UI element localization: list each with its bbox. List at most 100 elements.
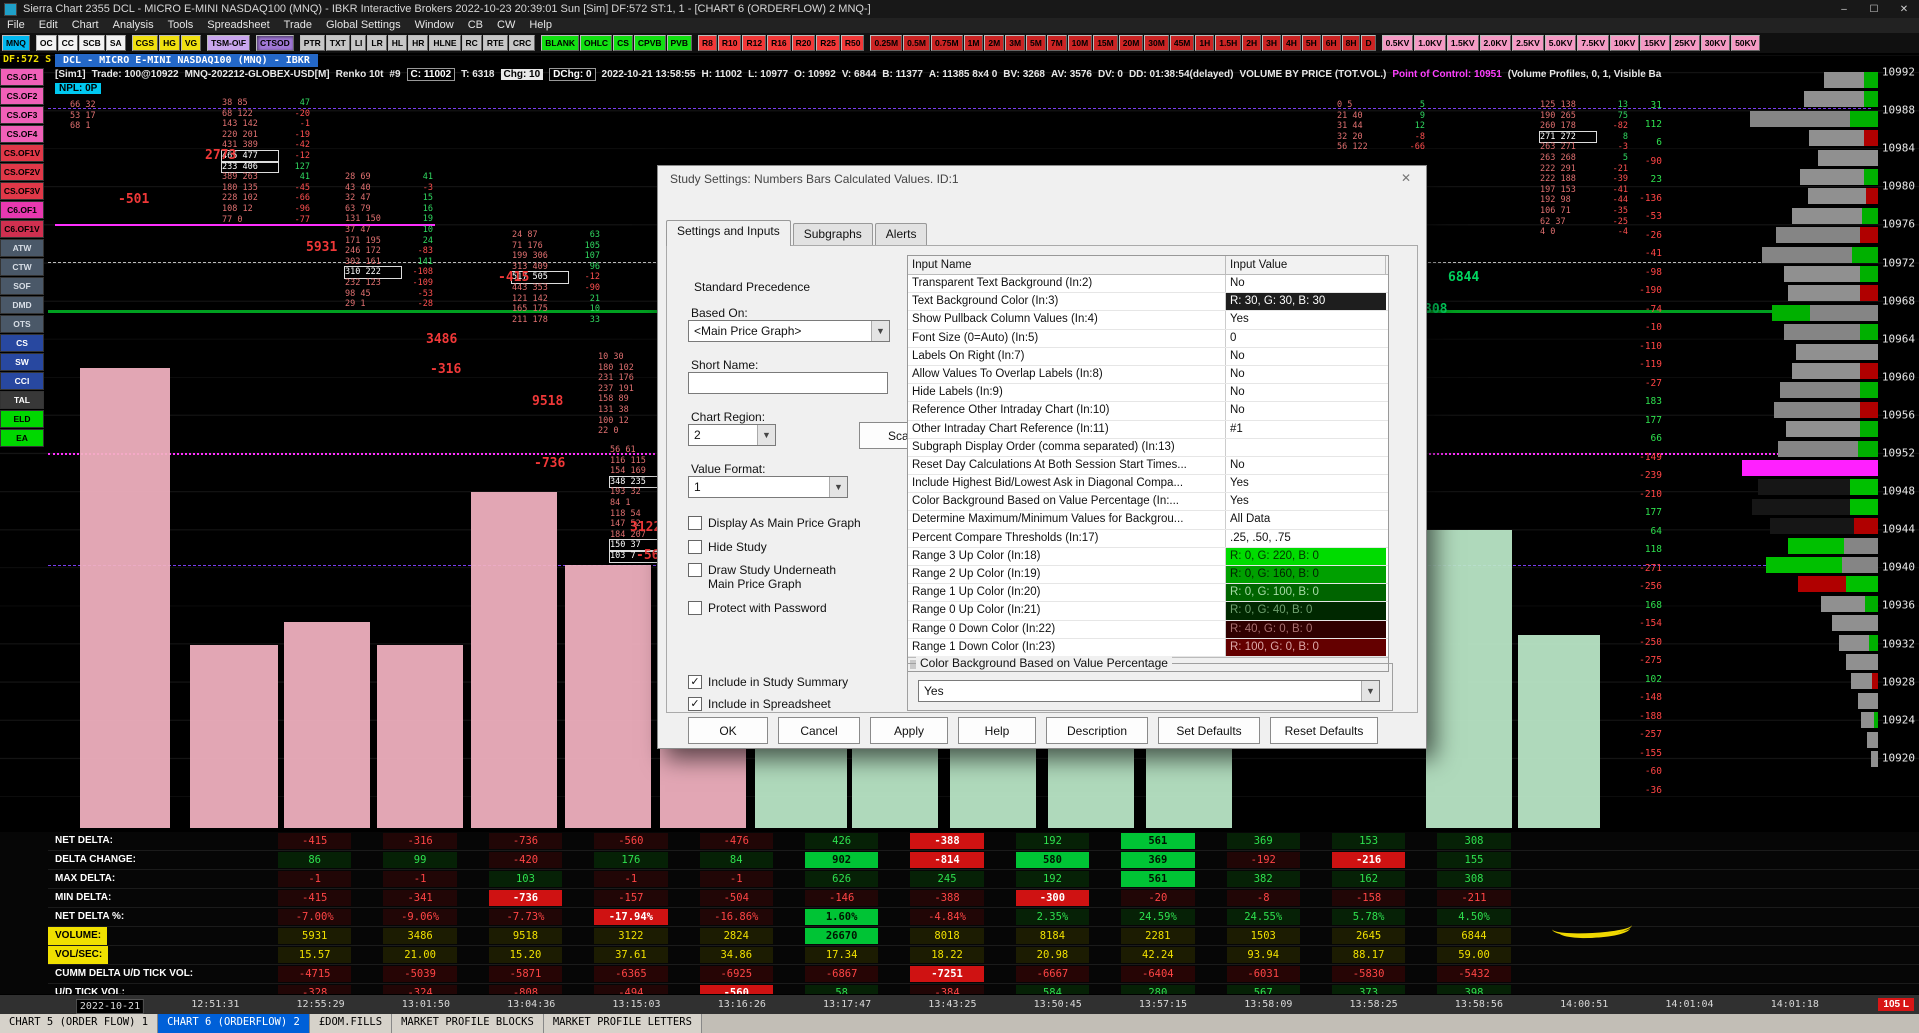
input-row[interactable]: Reference Other Intraday Chart (In:10) No — [908, 402, 1388, 421]
input-row[interactable]: Reset Day Calculations At Both Session S… — [908, 456, 1388, 476]
toolbar-button-6h[interactable]: 6H — [1321, 35, 1341, 51]
toolbar-button-lr[interactable]: LR — [367, 35, 387, 51]
sidebar-button-atw[interactable]: ATW — [0, 239, 44, 257]
sidebar-button-cs-of3v[interactable]: CS.OF3V — [0, 182, 44, 200]
toolbar-button-0-5m[interactable]: 0.5M — [903, 35, 930, 51]
checkbox-protect-with-password[interactable]: Protect with Password — [688, 601, 827, 615]
toolbar-button-8h[interactable]: 8H — [1341, 35, 1361, 51]
short-name-input[interactable] — [688, 372, 888, 394]
dialog-button-cancel[interactable]: Cancel — [778, 717, 860, 744]
chart-tab-dom-fills[interactable]: £DOM.FILLS — [309, 1014, 393, 1033]
value-format-select[interactable]: 1 ▼ — [688, 476, 848, 498]
toolbar-button-2h[interactable]: 2H — [1242, 35, 1262, 51]
toolbar-button-15kv[interactable]: 15KV — [1640, 35, 1670, 51]
input-row[interactable]: Percent Compare Thresholds (In:17) .25, .… — [908, 529, 1388, 548]
checkbox-draw-study-underneath-main-price-graph[interactable]: Draw Study Underneath Main Price Graph — [688, 563, 863, 591]
sidebar-button-sof[interactable]: SOF — [0, 277, 44, 295]
toolbar-button-oc[interactable]: OC — [35, 35, 57, 51]
input-row[interactable]: Range 0 Down Color (In:22) R: 40, G: 0, B… — [908, 620, 1388, 639]
input-row[interactable]: Range 2 Up Color (In:19) R: 0, G: 160, B:… — [908, 566, 1388, 585]
menu-item-spreadsheet[interactable]: Spreadsheet — [200, 18, 276, 33]
sidebar-button-cs-of3[interactable]: CS.OF3 — [0, 106, 44, 124]
toolbar-button-1-5kv[interactable]: 1.5KV — [1446, 35, 1479, 51]
toolbar-button-txt[interactable]: TXT — [325, 35, 350, 51]
menu-item-chart[interactable]: Chart — [65, 18, 106, 33]
toolbar-button-7m[interactable]: 7M — [1046, 35, 1067, 51]
input-row[interactable]: Show Pullback Column Values (In:4) Yes — [908, 311, 1388, 330]
toolbar-button-r8[interactable]: R8 — [698, 35, 717, 51]
menu-item-help[interactable]: Help — [522, 18, 559, 33]
toolbar-button-0-75m[interactable]: 0.75M — [930, 35, 963, 51]
menu-item-cb[interactable]: CB — [461, 18, 490, 33]
toolbar-button-3h[interactable]: 3H — [1262, 35, 1281, 51]
dialog-tab-subgraphs[interactable]: Subgraphs — [792, 223, 873, 246]
sidebar-button-tal[interactable]: TAL — [0, 391, 44, 409]
toolbar-button-mnq[interactable]: MNQ — [2, 35, 30, 51]
dialog-button-help[interactable]: Help — [958, 717, 1036, 744]
toolbar-button-10kv[interactable]: 10KV — [1610, 35, 1640, 51]
maximize-button[interactable]: ☐ — [1859, 0, 1889, 18]
toolbar-button-r20[interactable]: R20 — [791, 35, 816, 51]
checkbox-include-in-spreadsheet[interactable]: ✓ Include in Spreadsheet — [688, 697, 831, 711]
input-row[interactable]: Range 0 Up Color (In:21) R: 0, G: 40, B: … — [908, 602, 1388, 621]
toolbar-button-3m[interactable]: 3M — [1005, 35, 1026, 51]
chart-tab-market-profile-letters[interactable]: MARKET PROFILE LETTERS — [543, 1014, 702, 1033]
toolbar-button-r50[interactable]: R50 — [840, 35, 865, 51]
time-axis[interactable]: 2022-10-21 12:51:31 12:55:29 13:01:50 13:04:… — [0, 994, 1919, 1015]
toolbar-button-hl[interactable]: HL — [387, 35, 408, 51]
toolbar-button-r16[interactable]: R16 — [767, 35, 791, 51]
toolbar-button-0-5kv[interactable]: 0.5KV — [1381, 35, 1414, 51]
toolbar-button-rc[interactable]: RC — [461, 35, 482, 51]
toolbar-button-10m[interactable]: 10M — [1067, 35, 1093, 51]
input-row[interactable]: Transparent Text Background (In:2) No — [908, 275, 1388, 294]
toolbar-button-1m[interactable]: 1M — [963, 35, 984, 51]
sidebar-button-cci[interactable]: CCI — [0, 372, 44, 390]
toolbar-button-5h[interactable]: 5H — [1301, 35, 1321, 51]
dialog-close-icon[interactable]: ✕ — [1396, 171, 1416, 188]
toolbar-button-r25[interactable]: R25 — [816, 35, 840, 51]
checkbox-hide-study[interactable]: Hide Study — [688, 540, 767, 554]
dialog-button-apply[interactable]: Apply — [870, 717, 948, 744]
toolbar-button-4h[interactable]: 4H — [1281, 35, 1301, 51]
close-button[interactable]: ✕ — [1889, 0, 1919, 18]
toolbar-button-2-5kv[interactable]: 2.5KV — [1512, 35, 1544, 51]
sidebar-button-c6-of1v[interactable]: C6.OF1V — [0, 220, 44, 238]
sidebar-button-dmd[interactable]: DMD — [0, 296, 44, 314]
toolbar-button-cpvb[interactable]: CPVB — [633, 35, 666, 51]
chart-tab-chart-5-order-flow-1[interactable]: CHART 5 (ORDER FLOW) 1 — [0, 1014, 159, 1033]
toolbar-button-0-25m[interactable]: 0.25M — [870, 35, 903, 51]
input-row[interactable]: Text Background Color (In:3) R: 30, G: 30… — [908, 293, 1388, 312]
toolbar-button-25kv[interactable]: 25KV — [1670, 35, 1700, 51]
checkbox-display-as-main-price-graph[interactable]: Display As Main Price Graph — [688, 516, 861, 530]
toolbar-button-tsm-o-f[interactable]: TSM-O\F — [207, 35, 251, 51]
sidebar-button-cs-of1v[interactable]: CS.OF1V — [0, 144, 44, 162]
input-row[interactable]: Other Intraday Chart Reference (In:11) #1 — [908, 420, 1388, 439]
toolbar-button-5-0kv[interactable]: 5.0KV — [1544, 35, 1577, 51]
color-bg-select[interactable]: Yes ▼ — [918, 680, 1380, 702]
input-name-header[interactable]: Input Name — [908, 256, 1226, 274]
toolbar-button-scb[interactable]: SCB — [78, 35, 105, 51]
input-row[interactable]: Range 1 Up Color (In:20) R: 0, G: 100, B:… — [908, 584, 1388, 603]
input-row[interactable]: Allow Values To Overlap Labels (In:8) No — [908, 365, 1388, 385]
toolbar-button-1-5h[interactable]: 1.5H — [1215, 35, 1242, 51]
toolbar-button-30m[interactable]: 30M — [1144, 35, 1169, 51]
sidebar-button-ots[interactable]: OTS — [0, 315, 44, 333]
input-row[interactable]: Range 1 Down Color (In:23) R: 100, G: 0, … — [908, 638, 1388, 657]
sidebar-button-cs-of2[interactable]: CS.OF2 — [0, 87, 44, 105]
checkbox-include-in-study-summary[interactable]: ✓ Include in Study Summary — [688, 675, 848, 689]
sidebar-button-cs[interactable]: CS — [0, 334, 44, 352]
toolbar-button-r12[interactable]: R12 — [742, 35, 767, 51]
chart-tab-market-profile-blocks[interactable]: MARKET PROFILE BLOCKS — [392, 1014, 544, 1033]
menu-item-file[interactable]: File — [0, 18, 32, 33]
toolbar-button-2m[interactable]: 2M — [984, 35, 1005, 51]
toolbar-button-5m[interactable]: 5M — [1026, 35, 1046, 51]
input-value-header[interactable]: Input Value — [1226, 256, 1386, 274]
menu-item-cw[interactable]: CW — [490, 18, 522, 33]
toolbar-button-ctsod[interactable]: CTSOD — [256, 35, 294, 51]
input-row[interactable]: Font Size (0=Auto) (In:5) 0 — [908, 329, 1388, 348]
input-row[interactable]: Range 3 Up Color (In:18) R: 0, G: 220, B:… — [908, 547, 1388, 566]
toolbar-button-30kv[interactable]: 30KV — [1700, 35, 1731, 51]
toolbar-button-li[interactable]: LI — [350, 35, 367, 51]
menu-item-edit[interactable]: Edit — [32, 18, 65, 33]
sidebar-button-cs-of4[interactable]: CS.OF4 — [0, 125, 44, 143]
